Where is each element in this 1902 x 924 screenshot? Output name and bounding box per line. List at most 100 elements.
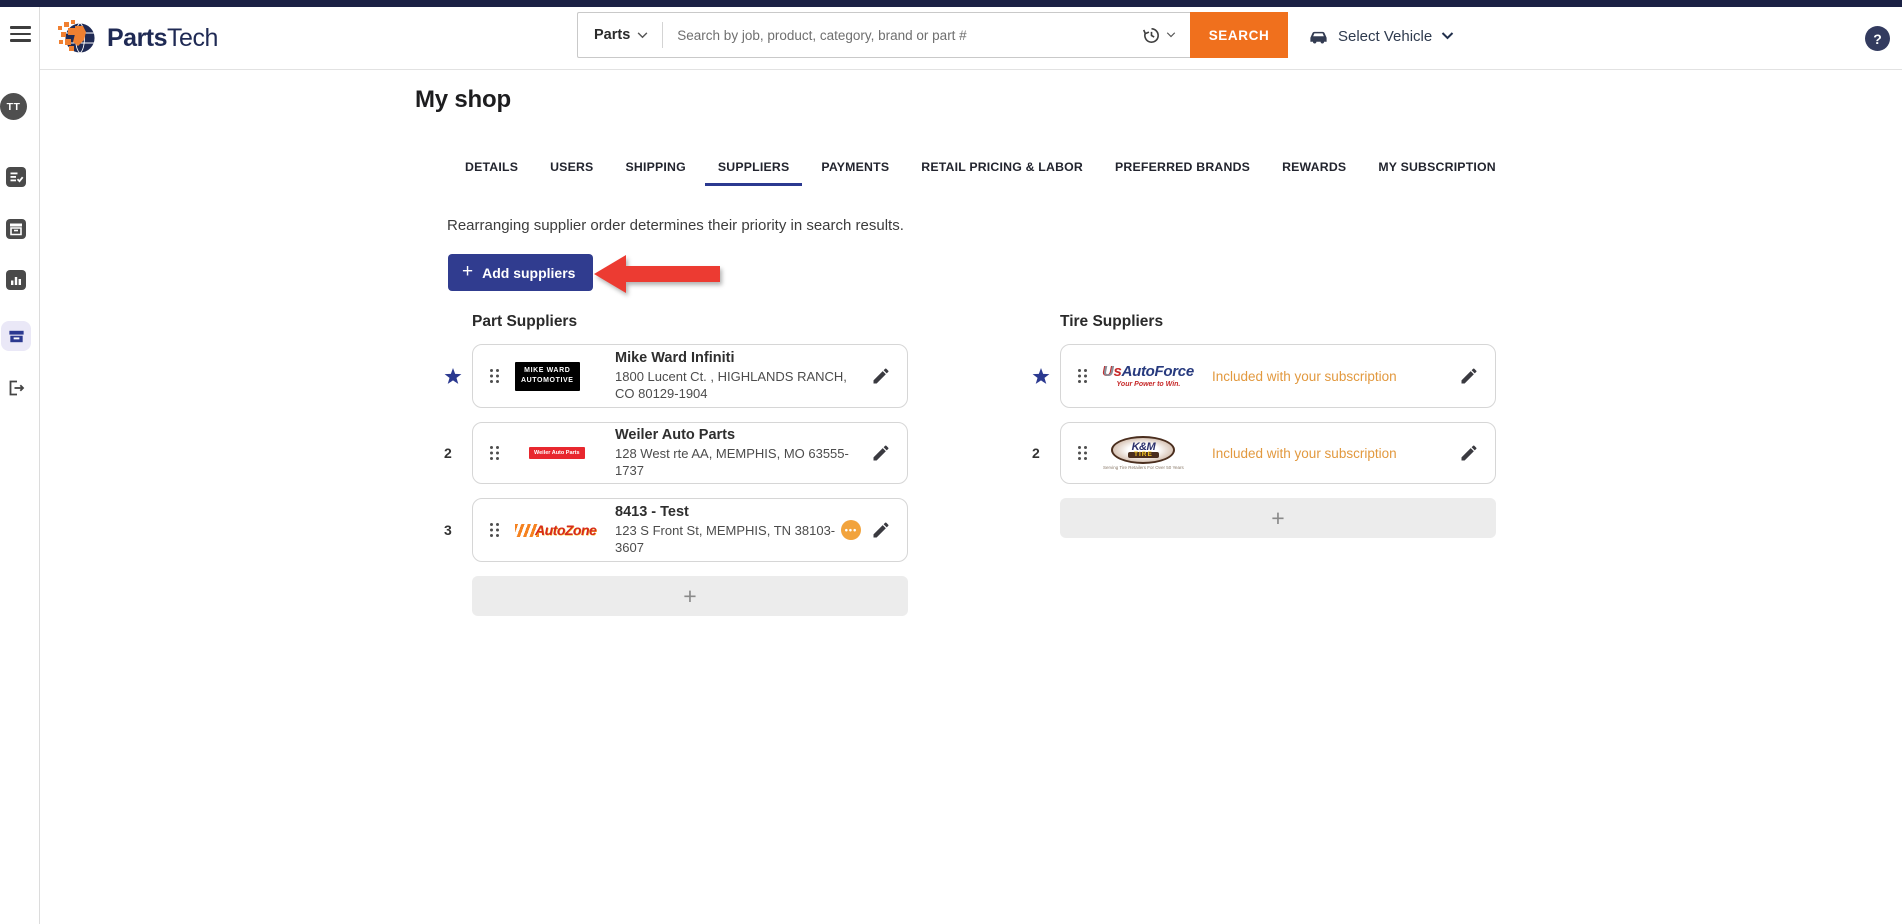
partstech-wordmark: PartsTech: [107, 24, 218, 53]
history-clock-icon: [1142, 26, 1161, 45]
logout-icon: [6, 378, 26, 398]
supplier-logo: MIKE WARD AUTOMOTIVE: [515, 362, 601, 391]
supplier-name: 8413 - Test: [615, 503, 841, 521]
supplier-logo: Weiler Auto Parts: [515, 447, 601, 459]
tire-suppliers-heading: Tire Suppliers: [1060, 313, 1496, 331]
supplier-address: 1800 Lucent Ct. , HIGHLANDS RANCH, CO 80…: [615, 369, 865, 403]
priority-number: 2: [444, 445, 472, 461]
drag-handle-icon[interactable]: [489, 368, 500, 384]
part-suppliers-section: Part Suppliers MIKE WARD AUTOMOTIVE Mike…: [444, 313, 908, 616]
supplier-address: 128 West rte AA, MEMPHIS, MO 63555-1737: [615, 446, 871, 480]
priority-number: 3: [444, 522, 472, 538]
tab-rewards[interactable]: REWARDS: [1282, 160, 1346, 186]
plus-icon: +: [1271, 505, 1284, 532]
supplier-card: Weiler Auto Parts Weiler Auto Parts 128 …: [472, 422, 908, 484]
subscription-note: Included with your subscription: [1212, 369, 1459, 384]
drag-handle-icon[interactable]: [1077, 445, 1088, 461]
supplier-logo: UsAutoForce Your Power to Win.: [1103, 364, 1198, 388]
search-button[interactable]: SEARCH: [1190, 12, 1288, 58]
top-header: PartsTech Parts SEARCH Se: [40, 7, 1902, 70]
search-scope-dropdown[interactable]: Parts: [594, 27, 648, 43]
search-bar: Parts SEARCH: [577, 12, 1288, 58]
supplier-info: Mike Ward Infiniti 1800 Lucent Ct. , HIG…: [615, 349, 871, 403]
select-vehicle-dropdown[interactable]: Select Vehicle: [1308, 7, 1454, 65]
supplier-row: 2 K&M TIRE Serving Tire Retailers For Ov…: [1032, 422, 1496, 484]
add-part-supplier-row[interactable]: +: [472, 576, 908, 616]
priority-star: [444, 368, 472, 385]
supplier-info: 8413 - Test 123 S Front St, MEMPHIS, TN …: [615, 503, 841, 557]
add-suppliers-button[interactable]: + Add suppliers: [448, 254, 593, 291]
tab-my-subscription[interactable]: MY SUBSCRIPTION: [1378, 160, 1496, 186]
edit-pencil-icon[interactable]: [871, 443, 891, 463]
subscription-note: Included with your subscription: [1212, 446, 1459, 461]
more-status-icon[interactable]: •••: [841, 520, 861, 540]
archive-box-icon: [6, 219, 26, 239]
sidebar-item-reports[interactable]: [1, 265, 31, 295]
star-icon: [444, 368, 462, 385]
sidebar-item-orders[interactable]: [1, 214, 31, 244]
drag-handle-icon[interactable]: [489, 522, 500, 538]
supplier-card: K&M TIRE Serving Tire Retailers For Over…: [1060, 422, 1496, 484]
supplier-logo: K&M TIRE Serving Tire Retailers For Over…: [1103, 436, 1198, 471]
supplier-logo: AutoZone: [515, 522, 601, 538]
sidebar-item-quotes[interactable]: [1, 162, 31, 192]
edit-pencil-icon[interactable]: [1459, 443, 1479, 463]
edit-pencil-icon[interactable]: [871, 366, 891, 386]
hamburger-menu-icon[interactable]: [10, 26, 31, 42]
chevron-down-icon: [1166, 32, 1176, 38]
avatar[interactable]: TT: [0, 93, 27, 120]
tire-suppliers-section: Tire Suppliers UsAutoForce Your Power to…: [1032, 313, 1496, 538]
edit-pencil-icon[interactable]: [1459, 366, 1479, 386]
chevron-down-icon: [1441, 32, 1454, 40]
partstech-logo[interactable]: PartsTech: [56, 16, 218, 60]
supplier-row: MIKE WARD AUTOMOTIVE Mike Ward Infiniti …: [444, 344, 908, 408]
help-button[interactable]: ?: [1865, 26, 1890, 51]
priority-number: 2: [1032, 445, 1060, 461]
supplier-card: MIKE WARD AUTOMOTIVE Mike Ward Infiniti …: [472, 344, 908, 408]
partstech-globe-icon: [56, 16, 100, 60]
tab-shipping[interactable]: SHIPPING: [625, 160, 685, 186]
reorder-note: Rearranging supplier order determines th…: [447, 217, 904, 234]
plus-icon: +: [462, 262, 473, 281]
sidebar-item-logout[interactable]: [1, 373, 31, 403]
supplier-row: 2 Weiler Auto Parts Weiler Auto Parts 12…: [444, 422, 908, 484]
priority-star: [1032, 368, 1060, 385]
tab-suppliers[interactable]: SUPPLIERS: [705, 160, 803, 186]
drag-handle-icon[interactable]: [489, 445, 500, 461]
shop-tabs: DETAILS USERS SHIPPING SUPPLIERS PAYMENT…: [465, 160, 1496, 186]
bar-chart-icon: [6, 270, 26, 290]
left-sidebar: TT: [0, 7, 40, 924]
sidebar-item-my-shop[interactable]: [1, 321, 31, 351]
storefront-icon: [7, 327, 26, 346]
supplier-card: AutoZone 8413 - Test 123 S Front St, MEM…: [472, 498, 908, 562]
supplier-address: 123 S Front St, MEMPHIS, TN 38103-3607: [615, 523, 841, 557]
part-suppliers-heading: Part Suppliers: [472, 313, 908, 331]
search-box: Parts: [577, 12, 1190, 58]
tab-users[interactable]: USERS: [550, 160, 593, 186]
top-brand-strip: [0, 0, 1902, 7]
tab-details[interactable]: DETAILS: [465, 160, 518, 186]
divider: [662, 22, 663, 48]
star-icon: [1032, 368, 1050, 385]
select-vehicle-label: Select Vehicle: [1338, 28, 1432, 45]
tab-payments[interactable]: PAYMENTS: [821, 160, 889, 186]
chevron-down-icon: [637, 32, 648, 39]
list-check-icon: [6, 167, 26, 187]
tab-retail-pricing-labor[interactable]: RETAIL PRICING & LABOR: [921, 160, 1083, 186]
add-suppliers-label: Add suppliers: [482, 265, 575, 281]
search-scope-label: Parts: [594, 27, 630, 43]
supplier-row: UsAutoForce Your Power to Win. Included …: [1032, 344, 1496, 408]
supplier-info: Weiler Auto Parts 128 West rte AA, MEMPH…: [615, 426, 871, 480]
edit-pencil-icon[interactable]: [871, 520, 891, 540]
car-icon: [1308, 27, 1329, 45]
add-tire-supplier-row[interactable]: +: [1060, 498, 1496, 538]
supplier-row: 3 AutoZone 8413 - Test 123 S Front St, M…: [444, 498, 908, 562]
supplier-card: UsAutoForce Your Power to Win. Included …: [1060, 344, 1496, 408]
tab-preferred-brands[interactable]: PREFERRED BRANDS: [1115, 160, 1250, 186]
search-input[interactable]: [677, 28, 1134, 43]
plus-icon: +: [683, 583, 696, 610]
supplier-name: Weiler Auto Parts: [615, 426, 871, 444]
search-history-dropdown[interactable]: [1142, 26, 1176, 45]
page-title: My shop: [415, 86, 511, 114]
drag-handle-icon[interactable]: [1077, 368, 1088, 384]
